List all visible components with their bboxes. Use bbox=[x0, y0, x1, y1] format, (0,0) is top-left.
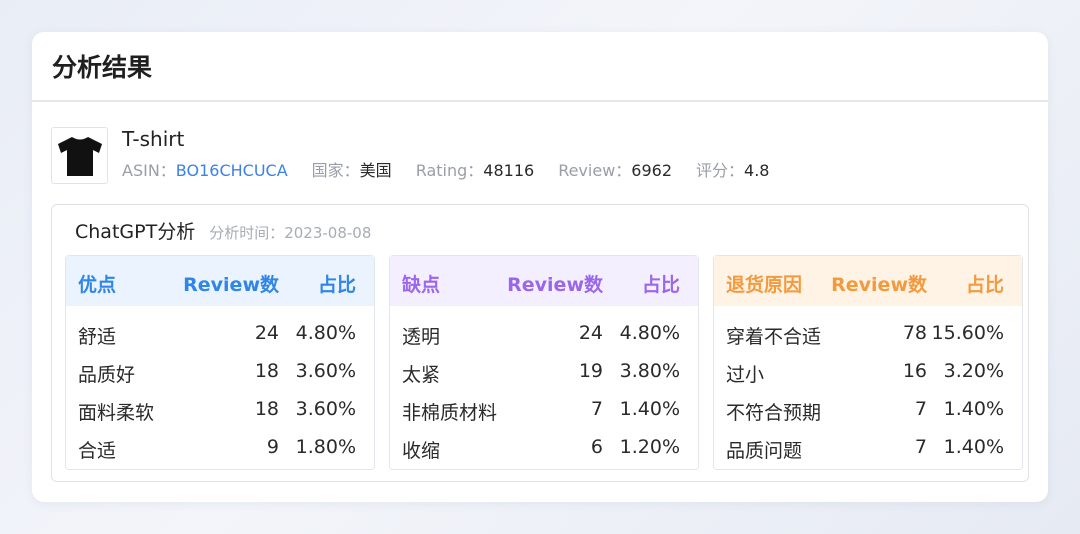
analysis-time-value: 2023-08-08 bbox=[284, 224, 372, 242]
review-field: Review：6962 bbox=[558, 157, 672, 181]
row-ratio: 1.80% bbox=[295, 436, 356, 458]
row-ratio: 4.80% bbox=[295, 322, 356, 344]
table-row: 非棉质材料 7 1.40% bbox=[390, 390, 698, 428]
analysis-header: ChatGPT分析 分析时间：2023-08-08 bbox=[75, 217, 371, 244]
pros-header-count: Review数 bbox=[183, 274, 279, 296]
tshirt-icon bbox=[57, 136, 102, 176]
asin-field: ASIN：BO16CHCUCA bbox=[122, 157, 288, 181]
rating-field: Rating：48116 bbox=[416, 157, 535, 181]
row-ratio: 3.20% bbox=[943, 360, 1004, 382]
cons-header-ratio: 占比 bbox=[641, 274, 680, 296]
row-ratio: 1.40% bbox=[943, 436, 1004, 458]
asin-link[interactable]: BO16CHCUCA bbox=[176, 161, 288, 180]
row-name: 不符合预期 bbox=[726, 402, 822, 424]
row-ratio: 1.40% bbox=[619, 398, 680, 420]
country-field: 国家：美国 bbox=[312, 157, 392, 181]
analysis-result-card: 分析结果 T-shirt ASIN：BO16CHCUCA 国家：美国 Ratin… bbox=[32, 32, 1048, 502]
returns-header: 退货原因 Review数 占比 bbox=[714, 256, 1022, 306]
row-name: 过小 bbox=[726, 364, 765, 386]
table-row: 穿着不合适 78 15.60% bbox=[714, 314, 1022, 352]
score-field: 评分：4.8 bbox=[696, 157, 769, 181]
pros-header: 优点 Review数 占比 bbox=[66, 256, 374, 306]
pros-header-ratio: 占比 bbox=[317, 274, 356, 296]
table-row: 过小 16 3.20% bbox=[714, 352, 1022, 390]
row-count: 7 bbox=[590, 398, 603, 420]
row-count: 19 bbox=[578, 360, 603, 382]
row-name: 品质好 bbox=[78, 364, 136, 386]
row-name: 面料柔软 bbox=[78, 402, 155, 424]
product-info: T-shirt ASIN：BO16CHCUCA 国家：美国 Rating：481… bbox=[51, 127, 1011, 187]
country-label: 国家： bbox=[311, 161, 360, 180]
row-name: 非棉质材料 bbox=[402, 402, 498, 424]
review-label: Review： bbox=[558, 161, 632, 180]
row-name: 穿着不合适 bbox=[726, 326, 822, 348]
row-count: 18 bbox=[254, 398, 279, 420]
row-name: 太紧 bbox=[402, 364, 441, 386]
row-name: 舒适 bbox=[78, 326, 117, 348]
row-ratio: 1.20% bbox=[619, 436, 680, 458]
chatgpt-analysis-box: ChatGPT分析 分析时间：2023-08-08 优点 Review数 占比 … bbox=[51, 204, 1029, 482]
cons-header-name: 缺点 bbox=[402, 274, 441, 296]
rating-label: Rating： bbox=[415, 161, 484, 180]
product-thumbnail bbox=[51, 127, 108, 184]
row-ratio: 3.60% bbox=[295, 360, 356, 382]
row-ratio: 4.80% bbox=[619, 322, 680, 344]
returns-header-ratio: 占比 bbox=[965, 274, 1004, 296]
review-value: 6962 bbox=[631, 161, 672, 180]
product-name: T-shirt bbox=[122, 127, 185, 151]
cons-header-count: Review数 bbox=[507, 274, 603, 296]
row-ratio: 3.60% bbox=[295, 398, 356, 420]
pros-panel: 优点 Review数 占比 舒适 24 4.80% 品质好 18 3.60% 面料柔软 1… bbox=[65, 255, 375, 470]
row-name: 透明 bbox=[402, 326, 441, 348]
table-row: 不符合预期 7 1.40% bbox=[714, 390, 1022, 428]
cons-header: 缺点 Review数 占比 bbox=[390, 256, 698, 306]
row-ratio: 15.60% bbox=[931, 322, 1004, 344]
row-name: 收缩 bbox=[402, 440, 441, 462]
country-value: 美国 bbox=[359, 161, 392, 180]
score-label: 评分： bbox=[696, 161, 745, 180]
row-count: 9 bbox=[266, 436, 279, 458]
returns-header-count: Review数 bbox=[831, 274, 927, 296]
returns-panel: 退货原因 Review数 占比 穿着不合适 78 15.60% 过小 16 3.20% … bbox=[713, 255, 1023, 470]
row-count: 24 bbox=[254, 322, 279, 344]
table-row: 合适 9 1.80% bbox=[66, 428, 374, 466]
page-title: 分析结果 bbox=[32, 32, 1048, 102]
row-count: 24 bbox=[578, 322, 603, 344]
row-count: 7 bbox=[914, 436, 927, 458]
product-meta: ASIN：BO16CHCUCA 国家：美国 Rating：48116 Revie… bbox=[122, 157, 793, 181]
analysis-time: 分析时间：2023-08-08 bbox=[209, 222, 371, 243]
row-count: 7 bbox=[914, 398, 927, 420]
cons-panel: 缺点 Review数 占比 透明 24 4.80% 太紧 19 3.80% 非棉质材料 7… bbox=[389, 255, 699, 470]
asin-label: ASIN： bbox=[122, 161, 176, 180]
table-row: 舒适 24 4.80% bbox=[66, 314, 374, 352]
analysis-time-label: 分析时间： bbox=[209, 224, 285, 242]
row-ratio: 3.80% bbox=[619, 360, 680, 382]
row-count: 78 bbox=[902, 322, 927, 344]
score-value: 4.8 bbox=[744, 161, 770, 180]
table-row: 面料柔软 18 3.60% bbox=[66, 390, 374, 428]
analysis-title: ChatGPT分析 bbox=[75, 221, 196, 243]
table-row: 品质问题 7 1.40% bbox=[714, 428, 1022, 466]
table-row: 透明 24 4.80% bbox=[390, 314, 698, 352]
pros-header-name: 优点 bbox=[78, 274, 117, 296]
row-count: 6 bbox=[590, 436, 603, 458]
rating-value: 48116 bbox=[483, 161, 535, 180]
row-count: 18 bbox=[254, 360, 279, 382]
table-row: 太紧 19 3.80% bbox=[390, 352, 698, 390]
row-name: 合适 bbox=[78, 440, 117, 462]
table-row: 品质好 18 3.60% bbox=[66, 352, 374, 390]
row-name: 品质问题 bbox=[726, 440, 803, 462]
row-count: 16 bbox=[902, 360, 927, 382]
returns-header-name: 退货原因 bbox=[726, 274, 803, 296]
row-ratio: 1.40% bbox=[943, 398, 1004, 420]
table-row: 收缩 6 1.20% bbox=[390, 428, 698, 466]
